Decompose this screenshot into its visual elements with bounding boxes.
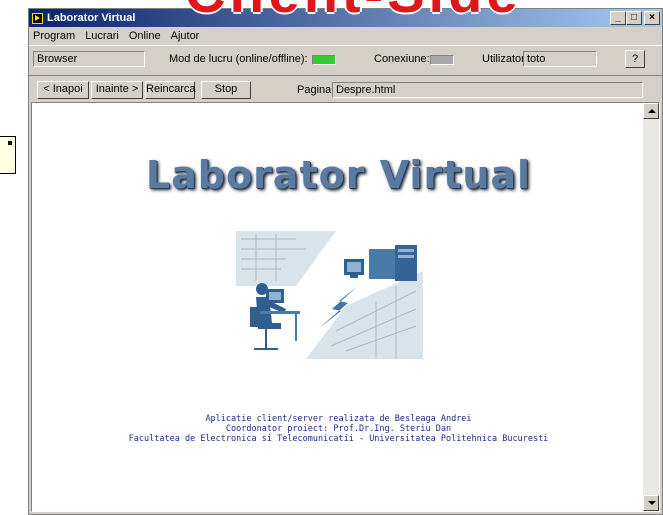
tooltip-dot [8,141,12,145]
footer-credits: Aplicatie client/server realizata de Bes… [32,414,645,444]
page-address-field[interactable]: Despre.html [332,82,643,98]
user-label: Utilizator: [482,53,528,65]
stop-button[interactable]: Stop [201,81,251,99]
menu-lucrari[interactable]: Lucrari [83,30,121,42]
lab-illustration [236,231,423,359]
vertical-scrollbar[interactable] [643,103,659,511]
menu-program[interactable]: Program [31,30,77,42]
close-button[interactable]: × [644,11,660,25]
menu-bar: Program Lucrari Online Ajutor [29,28,662,44]
page-heading: Laborator Virtual [145,153,532,197]
window-controls: _ □ × [610,11,660,25]
slide-title-overlay: Client-Side [185,0,521,25]
app-window: Laborator Virtual _ □ × Program Lucrari … [28,8,663,515]
reload-button[interactable]: Reincarca [145,81,196,99]
page-label: Pagina: [297,84,335,96]
mode-field: Browser [33,51,145,67]
app-icon [32,12,43,24]
maximize-button[interactable]: □ [626,11,642,25]
browser-content: Laborator Virtual Aplicatie client/serve… [31,102,660,512]
footer-line-author: Aplicatie client/server realizata de Bes… [205,414,472,424]
menu-online[interactable]: Online [127,30,163,42]
mode-label: Mod de lucru (online/offline): [169,53,308,65]
navigation-row: < Inapoi Inainte > Reincarca Stop Pagina… [29,75,662,102]
menu-ajutor[interactable]: Ajutor [169,30,202,42]
footer-line-faculty: Facultatea de Electronica si Telecomunic… [128,434,549,444]
connection-label: Conexiune: [374,53,430,65]
window-title: Laborator Virtual [47,12,136,24]
back-button[interactable]: < Inapoi [37,81,89,99]
minimize-button[interactable]: _ [610,11,626,25]
scroll-down-icon[interactable] [643,495,659,511]
tooltip-fragment [0,136,16,174]
connection-indicator-led [430,55,454,65]
user-field: toto [523,51,597,67]
forward-button[interactable]: Inainte > [91,81,143,99]
footer-line-coordinator: Coordonator proiect: Prof.Dr.Ing. Steriu… [225,424,452,434]
scroll-up-icon[interactable] [643,103,659,119]
mode-indicator-led [312,55,336,65]
status-row: Browser Mod de lucru (online/offline): C… [29,45,662,74]
help-button[interactable]: ? [625,50,645,68]
